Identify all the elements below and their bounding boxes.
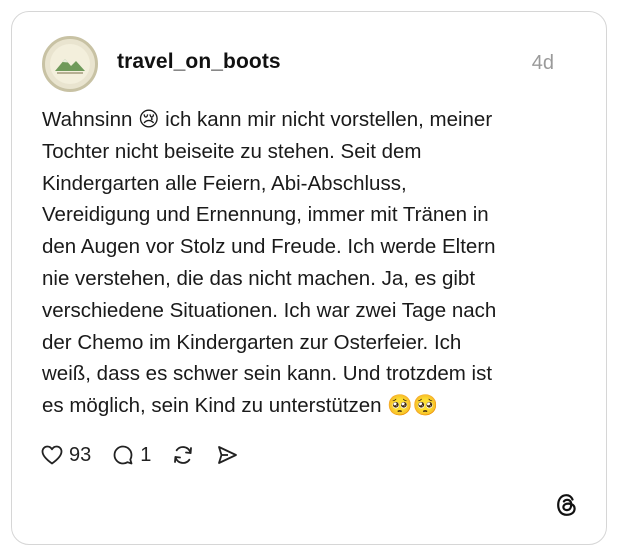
repost-button[interactable] bbox=[171, 443, 195, 467]
username[interactable]: travel_on_boots bbox=[117, 50, 281, 74]
threads-logo-icon bbox=[554, 492, 580, 518]
repost-icon bbox=[171, 443, 195, 467]
share-button[interactable] bbox=[215, 443, 239, 467]
reply-count: 1 bbox=[140, 443, 152, 466]
send-icon bbox=[215, 443, 239, 467]
post-text: Wahnsinn 😢 ich kann mir nicht vorstellen… bbox=[42, 108, 497, 418]
like-count: 93 bbox=[69, 443, 92, 466]
comment-bubble-icon bbox=[111, 443, 135, 467]
avatar[interactable] bbox=[42, 36, 98, 92]
reply-button[interactable]: 1 bbox=[111, 443, 151, 467]
post-timestamp: 4d bbox=[531, 52, 554, 74]
like-button[interactable]: 93 bbox=[40, 443, 91, 467]
heart-icon bbox=[40, 443, 64, 467]
mountain-logo-icon bbox=[50, 44, 90, 84]
action-bar: 93 1 bbox=[40, 439, 259, 471]
post-card: travel_on_boots 4d Wahnsinn 😢 ich kann m… bbox=[11, 11, 607, 545]
